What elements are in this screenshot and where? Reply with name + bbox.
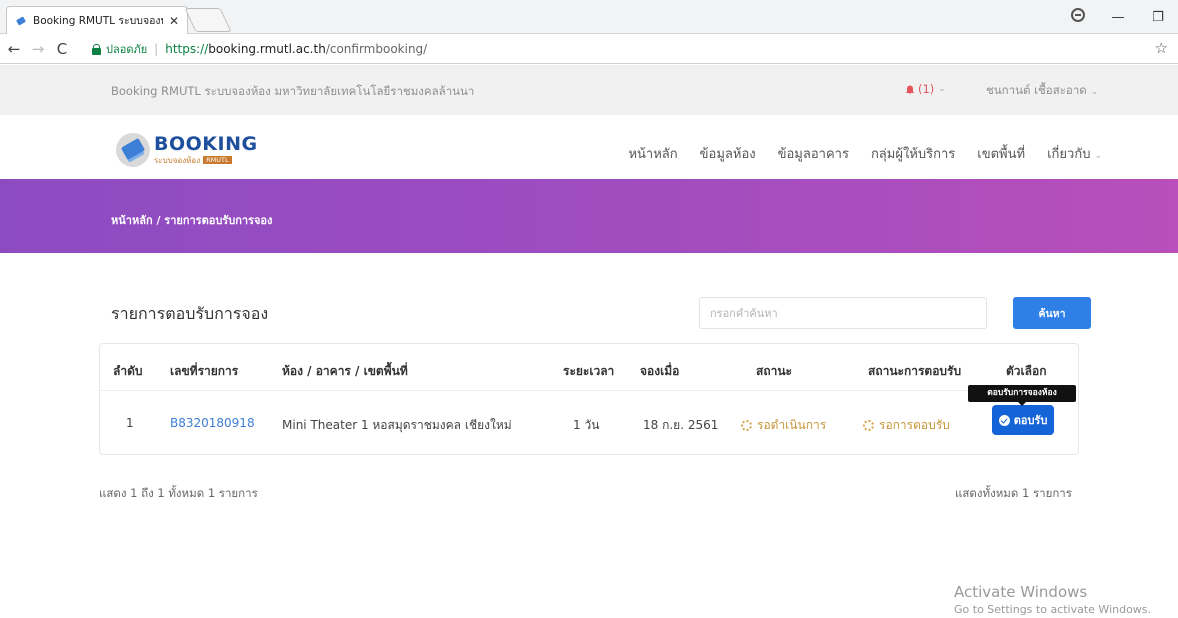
- booking-table: [99, 343, 1079, 455]
- accept-tooltip: ตอบรับการจองห้อง: [968, 385, 1076, 406]
- column-header-status: สถานะ: [756, 364, 792, 378]
- watermark-subtitle: Go to Settings to activate Windows.: [954, 603, 1152, 616]
- nav-item-home[interactable]: หน้าหลัก: [628, 143, 677, 164]
- site-logo[interactable]: BOOKING ระบบจองห้อง RMUTL: [116, 133, 258, 167]
- search-button[interactable]: ค้นหา: [1013, 297, 1091, 329]
- chevron-down-icon: ⌄: [938, 84, 946, 94]
- forward-arrow-icon[interactable]: →: [28, 40, 48, 58]
- logo-title: BOOKING: [154, 132, 258, 155]
- url-path: /confirmbooking/: [325, 42, 428, 56]
- notifications-dropdown[interactable]: (1) ⌄: [905, 82, 946, 96]
- reload-icon[interactable]: C: [52, 40, 72, 58]
- cell-booked-on: 18 ก.ย. 2561: [643, 418, 719, 432]
- spinner-icon: [741, 420, 752, 431]
- bell-icon: [905, 84, 915, 95]
- back-arrow-icon[interactable]: ←: [4, 40, 24, 58]
- breadcrumb-home[interactable]: หน้าหลัก: [111, 214, 153, 227]
- breadcrumb-current: รายการตอบรับการจอง: [164, 214, 273, 227]
- url-divider: |: [154, 42, 159, 56]
- nav-item-areas[interactable]: เขตพื้นที่: [977, 143, 1025, 164]
- site-header: BOOKING ระบบจองห้อง RMUTL หน้าหลัก ข้อมูล…: [0, 115, 1178, 179]
- status-text: รอดำเนินการ: [757, 418, 827, 432]
- breadcrumb-separator: /: [152, 214, 165, 227]
- nav-item-providers[interactable]: กลุ่มผู้ให้บริการ: [871, 143, 955, 164]
- url-host: booking.rmutl.ac.th: [208, 42, 326, 56]
- column-header-booked-on: จองเมื่อ: [640, 364, 680, 378]
- booking-number-link[interactable]: B8320180918: [170, 416, 255, 430]
- user-menu[interactable]: ชนกานต์ เชื้อสะอาด ⌄: [986, 82, 1098, 100]
- cell-index: 1: [126, 416, 134, 430]
- total-count: แสดงทั้งหมด 1 รายการ: [955, 486, 1072, 500]
- spinner-icon: [863, 420, 874, 431]
- tab-close-icon[interactable]: ✕: [169, 14, 179, 28]
- bookmark-star-icon[interactable]: ☆: [1155, 39, 1168, 57]
- url-field[interactable]: ปลอดภัย | https:// booking.rmutl.ac.th /…: [92, 38, 1142, 60]
- accept-button-label: ตอบรับ: [1013, 414, 1048, 427]
- activate-windows-watermark: Activate Windows Go to Settings to activ…: [954, 583, 1151, 616]
- cell-room: Mini Theater 1 หอสมุดราชมงคล เชียงใหม่: [282, 418, 512, 432]
- response-status-text: รอการตอบรับ: [879, 418, 950, 432]
- restore-button[interactable]: ❐: [1138, 10, 1178, 25]
- main-nav: หน้าหลัก ข้อมูลห้อง ข้อมูลอาคาร กลุ่มผู้…: [606, 143, 1102, 164]
- column-header-booking-no: เลขที่รายการ: [170, 364, 239, 378]
- nav-about-label: เกี่ยวกับ: [1047, 147, 1091, 162]
- profile-button[interactable]: [1058, 8, 1098, 26]
- window-controls: — ❐: [1058, 0, 1178, 34]
- new-tab-button[interactable]: [184, 8, 232, 32]
- logo-tag: RMUTL: [203, 156, 232, 164]
- nav-item-rooms[interactable]: ข้อมูลห้อง: [700, 143, 756, 164]
- nav-item-about[interactable]: เกี่ยวกับ ⌄: [1047, 143, 1102, 164]
- notification-count: (1): [918, 82, 935, 96]
- site-description: Booking RMUTL ระบบจองห้อง มหาวิทยาลัยเทค…: [111, 84, 475, 98]
- status-badge: รอดำเนินการ: [741, 416, 826, 435]
- browser-tab-bar: Booking RMUTL ระบบจองห้ ✕ — ❐: [0, 0, 1178, 34]
- search-input[interactable]: [699, 297, 987, 329]
- chevron-down-icon: ⌄: [1094, 151, 1102, 161]
- browser-tab[interactable]: Booking RMUTL ระบบจองห้ ✕: [6, 6, 188, 34]
- site-top-bar: Booking RMUTL ระบบจองห้อง มหาวิทยาลัยเทค…: [0, 65, 1178, 115]
- table-header-divider: [100, 390, 1078, 391]
- column-header-room: ห้อง / อาคาร / เขตพื้นที่: [282, 364, 408, 378]
- response-status-badge: รอการตอบรับ: [863, 416, 950, 435]
- minimize-button[interactable]: —: [1098, 10, 1138, 25]
- cell-duration: 1 วัน: [573, 418, 600, 432]
- breadcrumb: หน้าหลัก / รายการตอบรับการจอง: [111, 211, 272, 229]
- column-header-index: ลำดับ: [113, 364, 143, 378]
- pagination-info: แสดง 1 ถึง 1 ทั้งหมด 1 รายการ: [99, 486, 258, 500]
- user-name: ชนกานต์ เชื้อสะอาด: [986, 83, 1087, 97]
- page-banner: หน้าหลัก / รายการตอบรับการจอง: [0, 179, 1178, 253]
- address-bar: ← → C ปลอดภัย | https:// booking.rmutl.a…: [0, 34, 1178, 64]
- chevron-down-icon: ⌄: [1090, 87, 1099, 97]
- column-header-response-status: สถานะการตอบรับ: [868, 364, 962, 378]
- column-header-options: ตัวเลือก: [1006, 364, 1047, 378]
- logo-subtitle: ระบบจองห้อง: [154, 155, 201, 165]
- watermark-title: Activate Windows: [954, 583, 1088, 601]
- nav-item-buildings[interactable]: ข้อมูลอาคาร: [778, 143, 849, 164]
- column-header-duration: ระยะเวลา: [563, 364, 615, 378]
- tab-title: Booking RMUTL ระบบจองห้: [33, 15, 163, 27]
- page-title: รายการตอบรับการจอง: [111, 304, 269, 323]
- secure-label: ปลอดภัย: [106, 43, 148, 56]
- url-scheme: https://: [165, 42, 209, 56]
- check-circle-icon: [998, 414, 1010, 426]
- logo-icon: [116, 133, 150, 167]
- profile-icon: [1071, 8, 1085, 22]
- booking-favicon-icon: [15, 15, 27, 27]
- lock-icon: [92, 43, 101, 55]
